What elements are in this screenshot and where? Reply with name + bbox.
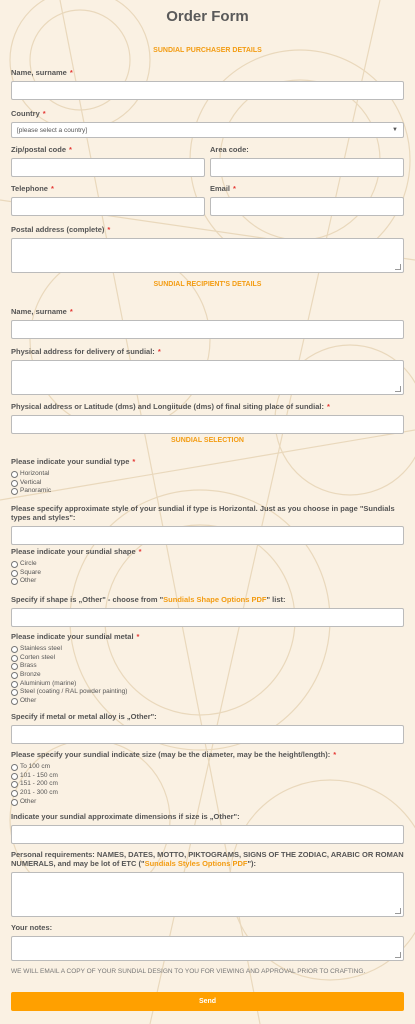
metal-option[interactable]: Other xyxy=(11,697,404,706)
section-recipient-header: SUNDIAL RECIPIENT'S DETAILS xyxy=(153,281,262,288)
area-code-label: Area code: xyxy=(210,145,249,154)
purchaser-name-label: Name, surname * xyxy=(11,68,73,77)
personal-requirements-textarea[interactable] xyxy=(11,872,404,917)
delivery-address-label: Physical address for delivery of sundial… xyxy=(11,347,161,356)
radio-icon xyxy=(11,697,18,705)
metal-option[interactable]: Aluminium (marine) xyxy=(11,680,404,689)
shape-option[interactable]: Circle xyxy=(11,560,404,569)
type-option[interactable]: Horizontal xyxy=(11,470,404,479)
notes-textarea[interactable] xyxy=(11,936,404,961)
sundial-shape-label: Please indicate your sundial shape * xyxy=(11,547,142,556)
size-option[interactable]: 101 - 150 cm xyxy=(11,772,404,781)
country-select-value: [please select a country] xyxy=(17,126,88,134)
shape-other-input[interactable] xyxy=(11,608,404,627)
radio-icon xyxy=(11,663,18,671)
radio-icon xyxy=(11,772,18,780)
shape-option[interactable]: Square xyxy=(11,569,404,578)
size-option[interactable]: To 100 cm xyxy=(11,763,404,772)
zip-input[interactable] xyxy=(11,158,205,177)
radio-icon xyxy=(11,645,18,653)
size-option[interactable]: 201 - 300 cm xyxy=(11,789,404,798)
radio-icon xyxy=(11,798,18,806)
area-code-input[interactable] xyxy=(210,158,404,177)
zip-label: Zip/postal code * xyxy=(11,145,72,154)
email-input[interactable] xyxy=(210,197,404,216)
telephone-input[interactable] xyxy=(11,197,205,216)
sundial-type-label: Please indicate your sundial type * xyxy=(11,457,136,466)
metal-option[interactable]: Bronze xyxy=(11,671,404,680)
sundial-metal-radio-group: Stainless steel Corten steel Brass Bronz… xyxy=(11,645,404,706)
radio-icon xyxy=(11,488,18,496)
country-label: Country * xyxy=(11,109,46,118)
sundial-type-radio-group: Horizontal Vertical Panoramic xyxy=(11,470,404,496)
country-select[interactable]: [please select a country] ▼ xyxy=(11,122,404,138)
type-option[interactable]: Vertical xyxy=(11,479,404,488)
metal-other-input[interactable] xyxy=(11,725,404,744)
radio-icon xyxy=(11,569,18,577)
email-label: Email * xyxy=(210,184,236,193)
email-copy-notice: WE WILL EMAIL A COPY OF YOUR SUNDIAL DES… xyxy=(11,968,366,975)
shape-options-pdf-link[interactable]: Sundials Shape Options PDF xyxy=(163,595,266,604)
radio-icon xyxy=(11,680,18,688)
recipient-name-input[interactable] xyxy=(11,320,404,339)
radio-icon xyxy=(11,671,18,679)
radio-icon xyxy=(11,789,18,797)
size-option[interactable]: 151 - 200 cm xyxy=(11,780,404,789)
radio-icon xyxy=(11,470,18,478)
send-button[interactable]: Send xyxy=(11,992,404,1011)
sundial-size-radio-group: To 100 cm 101 - 150 cm 151 - 200 cm 201 … xyxy=(11,763,404,806)
section-purchaser-header: SUNDIAL PURCHASER DETAILS xyxy=(153,47,262,54)
size-other-input[interactable] xyxy=(11,825,404,844)
style-input[interactable] xyxy=(11,526,404,545)
metal-option[interactable]: Stainless steel xyxy=(11,645,404,654)
form-title: Order Form xyxy=(166,8,249,25)
sundial-shape-radio-group: Circle Square Other xyxy=(11,560,404,586)
postal-address-label: Postal address (complete) * xyxy=(11,225,111,234)
radio-icon xyxy=(11,781,18,789)
radio-icon xyxy=(11,479,18,487)
delivery-address-textarea[interactable] xyxy=(11,360,404,395)
radio-icon xyxy=(11,560,18,568)
metal-other-label: Specify if metal or metal alloy is „Othe… xyxy=(11,712,157,721)
styles-options-pdf-link[interactable]: Sundials Styles Options PDF xyxy=(145,859,248,868)
postal-address-textarea[interactable] xyxy=(11,238,404,273)
notes-label: Your notes: xyxy=(11,923,53,932)
metal-option[interactable]: Brass xyxy=(11,662,404,671)
style-label: Please specify approximate style of your… xyxy=(11,504,395,522)
purchaser-name-input[interactable] xyxy=(11,81,404,100)
sundial-metal-label: Please indicate your sundial metal * xyxy=(11,632,140,641)
telephone-label: Telephone * xyxy=(11,184,54,193)
recipient-name-label: Name, surname * xyxy=(11,307,73,316)
siting-address-label: Physical address or Latitude (dms) and L… xyxy=(11,402,330,411)
shape-other-label: Specify if shape is „Other" - choose fro… xyxy=(11,595,286,604)
metal-option[interactable]: Corten steel xyxy=(11,654,404,663)
sundial-size-label: Please specify your sundial indicate siz… xyxy=(11,750,337,759)
radio-icon xyxy=(11,578,18,586)
siting-address-input[interactable] xyxy=(11,415,404,434)
radio-icon xyxy=(11,654,18,662)
personal-requirements-label: Personal requirements: NAMES, DATES, MOT… xyxy=(11,850,404,868)
size-other-label: Indicate your sundial approximate dimens… xyxy=(11,812,240,821)
section-selection-header: SUNDIAL SELECTION xyxy=(171,437,244,444)
metal-option[interactable]: Steel (coating / RAL powder painting) xyxy=(11,688,404,697)
shape-option[interactable]: Other xyxy=(11,577,404,586)
chevron-down-icon: ▼ xyxy=(392,127,398,133)
radio-icon xyxy=(11,689,18,697)
radio-icon xyxy=(11,763,18,771)
size-option[interactable]: Other xyxy=(11,798,404,807)
type-option[interactable]: Panoramic xyxy=(11,487,404,496)
